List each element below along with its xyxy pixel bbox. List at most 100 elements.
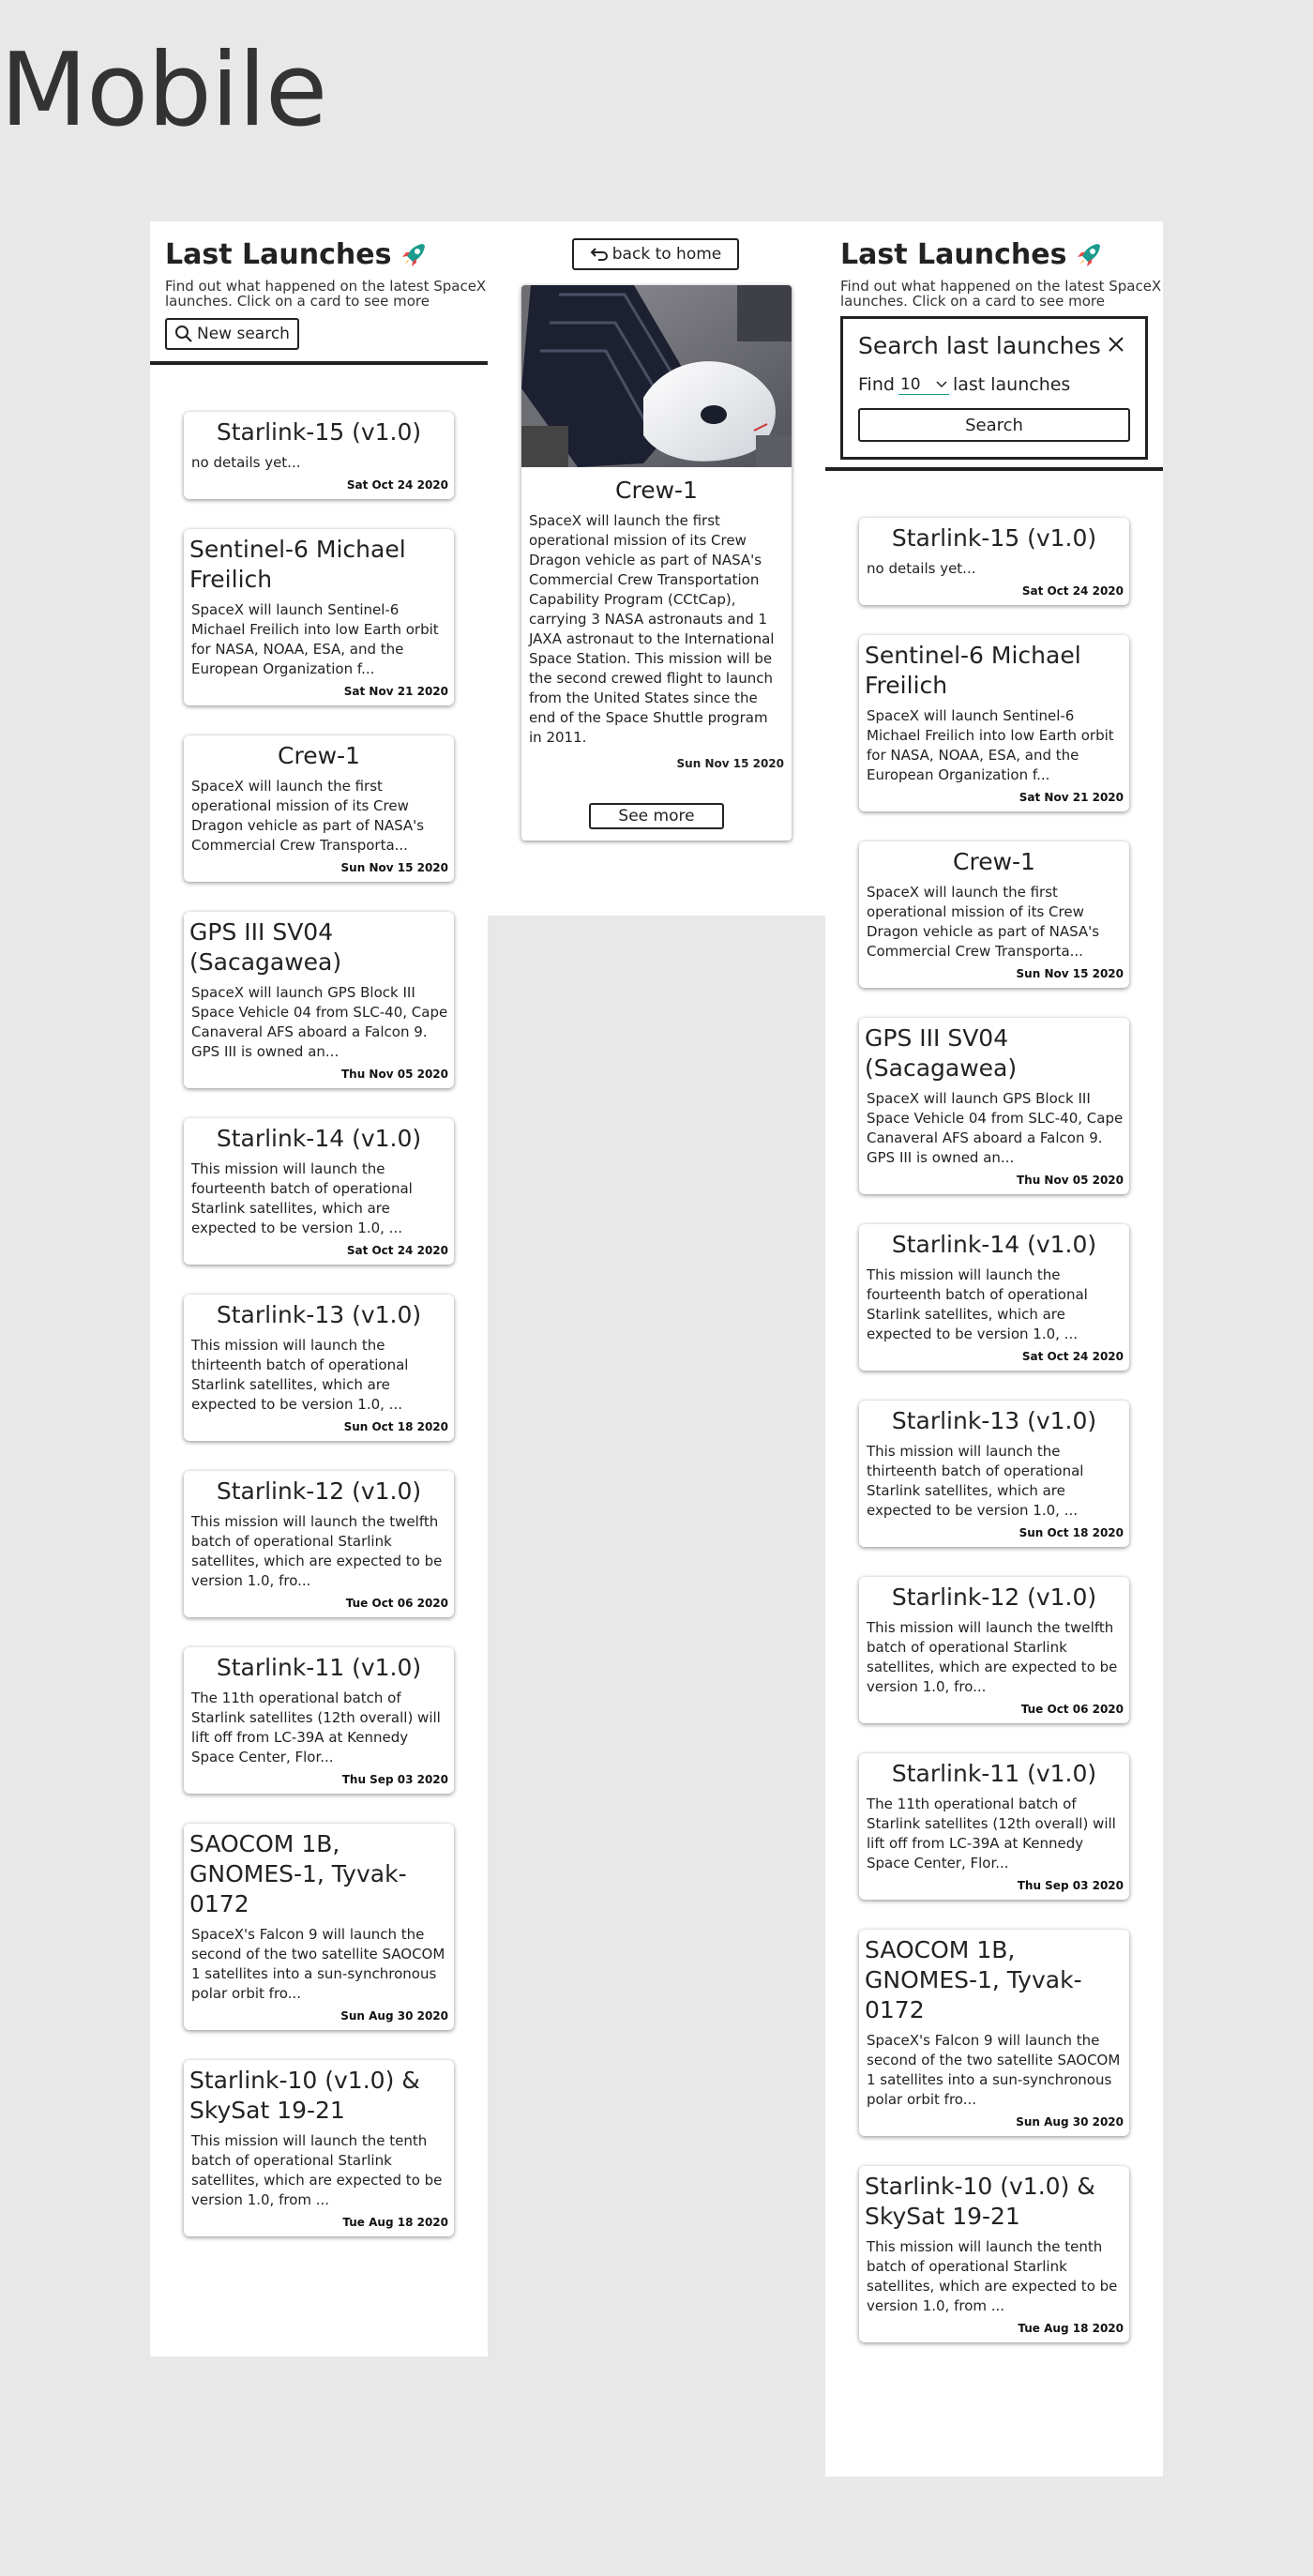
- launch-date: Sun Aug 30 2020: [340, 2009, 448, 2023]
- launch-card[interactable]: GPS III SV04 (Sacagawea) SpaceX will laun…: [184, 912, 454, 1088]
- new-search-button[interactable]: New search: [165, 318, 299, 350]
- launch-name: Starlink-13 (v1.0): [216, 1301, 422, 1328]
- launch-card[interactable]: Starlink-15 (v1.0) no details yet... Sat O…: [184, 412, 454, 499]
- close-icon[interactable]: [1106, 334, 1126, 355]
- launch-card[interactable]: SAOCOM 1B, GNOMES-1, Tyvak-0172 SpaceX's …: [184, 1824, 454, 2030]
- launch-date: Thu Sep 03 2020: [1017, 1879, 1124, 1892]
- launch-details: The 11th operational batch of Starlink s…: [867, 1796, 1116, 1871]
- launch-name: Starlink-14 (v1.0): [216, 1125, 422, 1152]
- search-form: Search last launches Find 10 last launch…: [840, 316, 1148, 460]
- launch-card[interactable]: Starlink-13 (v1.0) This mission will laun…: [859, 1401, 1129, 1547]
- launch-name: Sentinel-6 Michael Freilich: [189, 536, 406, 593]
- launch-card-list: Starlink-15 (v1.0) no details yet... Sat O…: [150, 365, 488, 2236]
- back-to-home-label: back to home: [611, 245, 722, 264]
- launch-name: Starlink-11 (v1.0): [216, 1654, 422, 1681]
- search-button[interactable]: Search: [858, 408, 1130, 442]
- launch-name: Starlink-10 (v1.0) & SkySat 19-21: [189, 2067, 420, 2124]
- launch-name: Starlink-13 (v1.0): [891, 1407, 1097, 1434]
- launch-details: SpaceX will launch GPS Block III Space V…: [191, 984, 448, 1060]
- launch-details: SpaceX will launch the first operational…: [191, 778, 425, 854]
- detail-launch-details: SpaceX will launch the first operational…: [529, 512, 775, 746]
- launch-card[interactable]: Sentinel-6 Michael Freilich SpaceX will l…: [859, 635, 1129, 811]
- launch-details: This mission will launch the thirteenth …: [191, 1337, 409, 1413]
- list-header: Last Launches Find out what happened on …: [150, 221, 488, 350]
- list-subtitle: Find out what happened on the latest Spa…: [165, 278, 487, 310]
- launch-details: This mission will launch the twelfth bat…: [867, 1619, 1118, 1695]
- launch-card[interactable]: Starlink-11 (v1.0) The 11th operational b…: [184, 1647, 454, 1794]
- launch-name: Starlink-14 (v1.0): [891, 1231, 1097, 1258]
- launch-details: SpaceX will launch Sentinel-6 Michael Fr…: [867, 707, 1114, 783]
- see-more-button[interactable]: See more: [589, 803, 724, 829]
- launch-card[interactable]: Crew-1 SpaceX will launch the first opera…: [184, 735, 454, 882]
- launch-details: SpaceX will launch GPS Block III Space V…: [867, 1090, 1124, 1166]
- launch-details: SpaceX will launch the first operational…: [867, 884, 1100, 960]
- launch-name: GPS III SV04 (Sacagawea): [865, 1024, 1018, 1082]
- launch-name: GPS III SV04 (Sacagawea): [189, 918, 342, 976]
- launch-date: Sat Oct 24 2020: [1021, 584, 1124, 598]
- launch-date: Sun Aug 30 2020: [1016, 2115, 1124, 2129]
- find-row: Find 10 last launches: [858, 374, 1130, 395]
- launch-count-select[interactable]: 10: [898, 375, 949, 395]
- launch-image: [521, 285, 792, 467]
- launch-name: Sentinel-6 Michael Freilich: [865, 642, 1081, 699]
- detail-launch-name: Crew-1: [615, 477, 698, 504]
- launch-list-screen: Last Launches Find out what happened on …: [150, 221, 488, 2356]
- new-search-label: New search: [197, 325, 290, 343]
- launch-details: The 11th operational batch of Starlink s…: [191, 1690, 441, 1765]
- launch-card[interactable]: Starlink-14 (v1.0) This mission will laun…: [859, 1224, 1129, 1371]
- launch-date: Sun Nov 15 2020: [1016, 967, 1124, 980]
- launch-card[interactable]: Starlink-10 (v1.0) & SkySat 19-21 This mi…: [184, 2060, 454, 2236]
- launch-card[interactable]: Starlink-15 (v1.0) no details yet... Sat O…: [859, 518, 1129, 605]
- launch-date: Sat Oct 24 2020: [346, 1244, 448, 1257]
- launch-card[interactable]: Starlink-12 (v1.0) This mission will laun…: [184, 1471, 454, 1617]
- launch-card[interactable]: Starlink-13 (v1.0) This mission will laun…: [184, 1295, 454, 1441]
- list-title-text: Last Launches: [840, 238, 1067, 271]
- rocket-icon: [1078, 243, 1101, 266]
- launch-details: SpaceX will launch Sentinel-6 Michael Fr…: [191, 601, 439, 677]
- launch-name: Starlink-15 (v1.0): [216, 418, 422, 446]
- back-to-home-button[interactable]: back to home: [572, 238, 739, 270]
- launch-card[interactable]: Starlink-12 (v1.0) This mission will laun…: [859, 1577, 1129, 1723]
- launch-card[interactable]: Starlink-14 (v1.0) This mission will laun…: [184, 1118, 454, 1265]
- launch-date: Sun Oct 18 2020: [1019, 1526, 1124, 1539]
- launch-details: This mission will launch the tenth batch…: [191, 2132, 443, 2208]
- launch-card[interactable]: Starlink-10 (v1.0) & SkySat 19-21 This mi…: [859, 2166, 1129, 2342]
- launch-name: Crew-1: [953, 848, 1035, 875]
- page-title: Mobile: [0, 32, 327, 149]
- search-icon: [175, 326, 192, 342]
- launch-date: Thu Sep 03 2020: [341, 1773, 448, 1786]
- launch-details: no details yet...: [867, 560, 976, 577]
- launch-details: SpaceX's Falcon 9 will launch the second…: [867, 2032, 1121, 2108]
- launch-card[interactable]: Crew-1 SpaceX will launch the first opera…: [859, 841, 1129, 988]
- launch-card[interactable]: Sentinel-6 Michael Freilich SpaceX will l…: [184, 529, 454, 705]
- rocket-icon: [402, 243, 426, 266]
- launch-date: Thu Nov 05 2020: [340, 1068, 448, 1081]
- launch-name: Starlink-12 (v1.0): [216, 1477, 422, 1505]
- launch-card[interactable]: GPS III SV04 (Sacagawea) SpaceX will laun…: [859, 1018, 1129, 1194]
- launch-date: Sat Nov 21 2020: [343, 685, 448, 698]
- search-form-title: Search last launches: [858, 332, 1101, 359]
- launch-date: Thu Nov 05 2020: [1016, 1174, 1124, 1187]
- launch-date: Tue Aug 18 2020: [342, 2216, 448, 2229]
- launch-date: Sat Nov 21 2020: [1019, 791, 1124, 804]
- launch-card-list: Starlink-15 (v1.0) no details yet... Sat O…: [825, 471, 1163, 2342]
- launch-count-value: 10: [899, 374, 921, 394]
- detail-launch-date: Sun Nov 15 2020: [676, 757, 784, 770]
- launch-date: Sun Nov 15 2020: [340, 861, 448, 874]
- launch-card[interactable]: SAOCOM 1B, GNOMES-1, Tyvak-0172 SpaceX's …: [859, 1930, 1129, 2136]
- launch-card[interactable]: Starlink-11 (v1.0) The 11th operational b…: [859, 1753, 1129, 1900]
- launch-name: SAOCOM 1B, GNOMES-1, Tyvak-0172: [189, 1830, 407, 1917]
- launch-search-screen: Last Launches Find out what happened on …: [825, 221, 1163, 2477]
- launch-details: This mission will launch the twelfth bat…: [191, 1513, 443, 1589]
- launch-date: Sun Oct 18 2020: [343, 1420, 448, 1433]
- launch-name: Starlink-10 (v1.0) & SkySat 19-21: [865, 2173, 1095, 2230]
- list-title-text: Last Launches: [165, 238, 392, 271]
- chevron-down-icon: [936, 380, 947, 387]
- launch-details: no details yet...: [191, 454, 301, 471]
- launch-date: Tue Oct 06 2020: [1020, 1703, 1124, 1716]
- back-arrow-icon: [590, 248, 608, 261]
- launch-details: SpaceX's Falcon 9 will launch the second…: [191, 1926, 445, 2002]
- launch-details: This mission will launch the fourteenth …: [867, 1266, 1088, 1342]
- find-suffix: last launches: [952, 374, 1071, 395]
- launch-name: Starlink-12 (v1.0): [891, 1583, 1097, 1611]
